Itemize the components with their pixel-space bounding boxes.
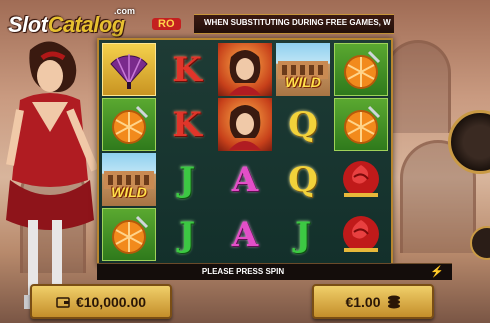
slotcatalog-logo: SlotCatalog .com RO	[2, 6, 187, 40]
symbol-k: K	[172, 49, 202, 90]
symbol-rose	[334, 208, 388, 261]
logo-ro-badge: RO	[152, 18, 181, 30]
reel-4: WILD Q Q J	[275, 42, 331, 262]
orange-knife-icon	[112, 105, 149, 144]
reel-5	[333, 42, 389, 262]
bet-display[interactable]: €1.00	[312, 284, 434, 319]
symbol-j: J	[294, 214, 312, 255]
coins-icon	[387, 295, 400, 308]
symbol-fan	[102, 43, 156, 96]
reel-grid: WILD K K J J A A WILD Q Q J	[97, 38, 393, 266]
symbol-orange	[334, 98, 388, 151]
symbol-q: Q	[288, 159, 318, 200]
orange-knife-icon	[344, 105, 381, 144]
wallet-icon	[56, 296, 70, 308]
marquee-text: WHEN SUBSTITUTING DURING FREE GAMES, W	[204, 18, 391, 27]
symbol-q: Q	[288, 104, 318, 145]
message-text: PLEASE PRESS SPIN	[201, 267, 285, 276]
symbol-a: A	[231, 214, 259, 255]
wild-label: WILD	[285, 74, 321, 90]
symbol-wild: WILD	[102, 153, 156, 206]
symbol-j: J	[178, 214, 196, 255]
rose-icon	[343, 160, 379, 197]
symbol-wild: WILD	[276, 43, 330, 96]
autoplay-button[interactable]	[470, 226, 490, 260]
fan-icon	[110, 53, 148, 89]
symbol-j: J	[178, 159, 196, 200]
woman-portrait-icon	[229, 104, 261, 150]
symbol-k: K	[172, 104, 202, 145]
balance-value: €10,000.00	[75, 293, 147, 310]
reel-2: K K J J	[159, 42, 215, 262]
symbol-flamenco-woman	[218, 43, 272, 96]
symbol-flamenco-woman	[218, 98, 272, 151]
wild-label: WILD	[111, 184, 147, 200]
orange-knife-icon	[344, 50, 381, 89]
symbol-rose	[334, 153, 388, 206]
symbol-a: A	[231, 159, 259, 200]
info-marquee: WHEN SUBSTITUTING DURING FREE GAMES, W	[194, 14, 394, 34]
symbol-orange	[102, 98, 156, 151]
message-bar: PLEASE PRESS SPIN ⚡	[97, 263, 452, 280]
rose-icon	[343, 215, 379, 252]
reel-1: WILD	[101, 42, 157, 262]
symbol-orange	[334, 43, 388, 96]
woman-portrait-icon	[229, 49, 261, 95]
balance-display: €10,000.00	[30, 284, 172, 319]
bet-value: €1.00	[345, 293, 381, 310]
symbol-orange	[102, 208, 156, 261]
reel-3: A A	[217, 42, 273, 262]
logo-wordmark: SlotCatalog	[8, 12, 125, 37]
logo-dotcom: .com	[114, 6, 136, 16]
turbo-bolt-icon[interactable]: ⚡	[430, 265, 444, 278]
orange-knife-icon	[112, 215, 149, 254]
flamenco-dancer-character	[6, 41, 99, 309]
